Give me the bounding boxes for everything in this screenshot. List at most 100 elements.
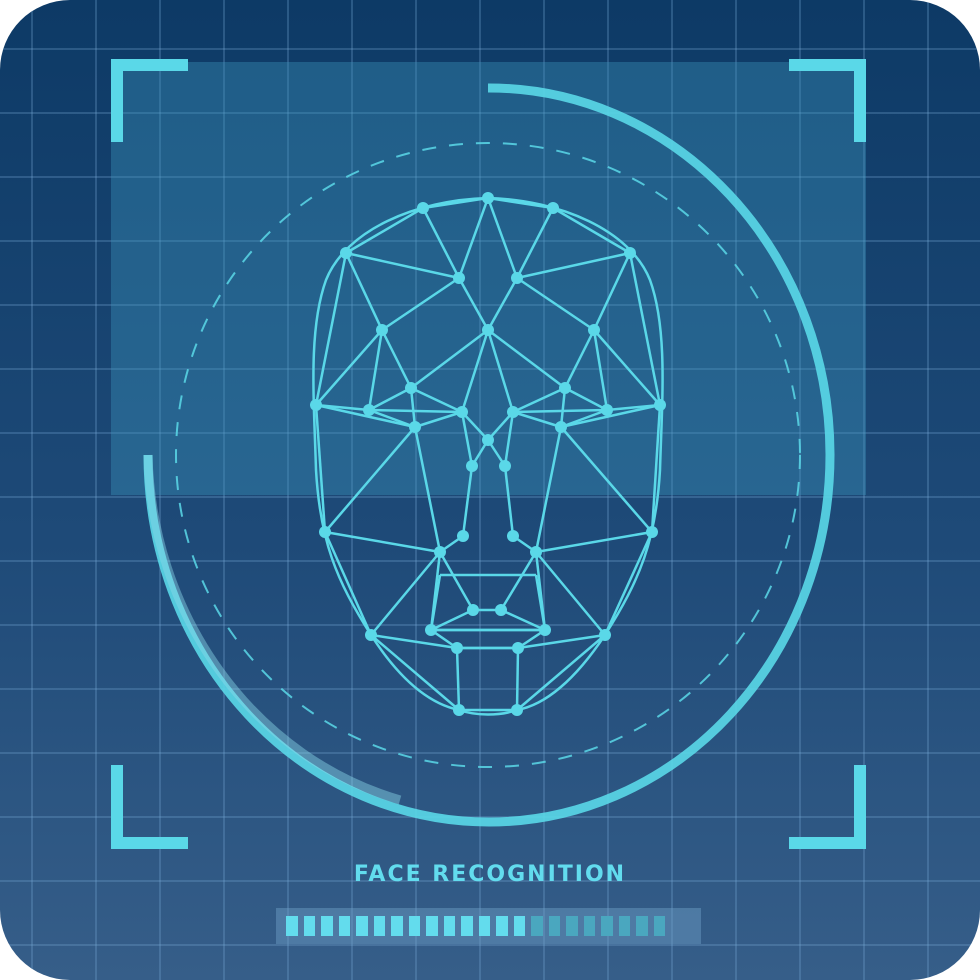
- face-mesh-edge: [516, 276, 595, 332]
- face-mesh-icon: [310, 192, 666, 716]
- face-mesh-node: [511, 704, 523, 716]
- face-mesh-edge: [324, 530, 441, 554]
- progress-segment: [321, 916, 333, 936]
- progress-segment: [373, 916, 385, 936]
- face-mesh-edge: [486, 277, 519, 331]
- progress-segment: [426, 916, 438, 936]
- face-mesh-edge: [314, 252, 348, 406]
- face-mesh-edge: [413, 426, 442, 553]
- face-mesh-edge: [430, 608, 474, 632]
- face-mesh-edge: [457, 197, 490, 279]
- face-mesh-node: [451, 642, 463, 654]
- face-mesh-edge: [515, 207, 555, 279]
- progress-segment: [443, 916, 455, 936]
- face-mesh-node: [319, 526, 331, 538]
- face-recognition-card: FACE RECOGNITION: [0, 0, 980, 980]
- progress-segment: [496, 916, 508, 936]
- face-mesh-node: [507, 530, 519, 542]
- progress-segment: [513, 916, 525, 936]
- face-mesh-node: [457, 530, 469, 542]
- face-mesh-edge: [323, 531, 373, 636]
- face-mesh-edge: [460, 329, 490, 413]
- face-mesh-edge: [500, 608, 546, 632]
- progress-segment: [391, 916, 403, 936]
- face-mesh-node: [466, 460, 478, 472]
- face-mesh-node: [425, 624, 437, 636]
- progress-segment: [583, 916, 595, 936]
- face-mesh-node: [555, 421, 567, 433]
- face-mesh-node: [512, 642, 524, 654]
- progress-segment: [461, 916, 473, 936]
- face-mesh-edge: [370, 551, 441, 636]
- face-mesh-edge: [534, 426, 563, 553]
- face-mesh-edge: [486, 329, 515, 413]
- face-mesh-edge: [535, 551, 606, 636]
- face-mesh-node: [453, 704, 465, 716]
- face-mesh-node: [456, 406, 468, 418]
- face-mesh-edge: [410, 329, 489, 389]
- face-mesh-edge: [503, 465, 515, 537]
- face-mesh-node: [539, 624, 551, 636]
- face-mesh-node: [453, 272, 465, 284]
- face-mesh-node: [599, 629, 611, 641]
- progress-segment: [531, 916, 543, 936]
- face-mesh-edge: [535, 530, 653, 554]
- progress-segment: [356, 916, 368, 936]
- face-mesh-node: [434, 546, 446, 558]
- face-mesh-node: [340, 247, 352, 259]
- face-mesh-edge: [455, 647, 461, 711]
- face-mesh-edge: [421, 207, 461, 279]
- face-mesh-edge: [457, 277, 490, 331]
- face-mesh-edge: [410, 386, 463, 414]
- face-mesh-node: [310, 399, 322, 411]
- face-mesh-node: [495, 604, 507, 616]
- scan-progress-bar: [276, 908, 701, 944]
- face-mesh-node: [547, 202, 559, 214]
- face-mesh-edge: [461, 465, 474, 537]
- face-mesh-edge: [628, 252, 662, 406]
- face-mesh-node: [646, 526, 658, 538]
- face-mesh-edge: [499, 551, 538, 611]
- face-mesh-node: [417, 202, 429, 214]
- face-mesh-edge: [512, 410, 562, 429]
- face-mesh-node: [409, 421, 421, 433]
- corner-bracket-icon: [111, 59, 866, 849]
- face-mesh-node: [530, 546, 542, 558]
- face-mesh-edge: [512, 386, 566, 414]
- face-mesh-node: [482, 434, 494, 446]
- face-mesh-node: [499, 460, 511, 472]
- face-mesh-node: [654, 399, 666, 411]
- progress-segment: [566, 916, 578, 936]
- face-mesh-edge: [438, 551, 475, 611]
- face-mesh-node: [363, 404, 375, 416]
- face-mesh-edge: [563, 329, 596, 389]
- face-mesh-edge: [560, 426, 653, 533]
- progress-segment: [653, 916, 665, 936]
- progress-segment: [338, 916, 350, 936]
- face-mesh-edge: [345, 206, 424, 255]
- face-mesh-edge: [414, 410, 463, 429]
- face-mesh-node: [365, 629, 377, 641]
- face-mesh-edge: [324, 426, 416, 533]
- face-mesh-node: [601, 404, 613, 416]
- scan-graphic: [111, 59, 866, 849]
- face-mesh-node: [482, 324, 494, 336]
- face-mesh-edge: [512, 408, 608, 414]
- face-mesh-edge: [381, 276, 460, 332]
- face-recognition-label: FACE RECOGNITION: [353, 862, 627, 887]
- face-mesh-edge: [344, 252, 384, 331]
- face-mesh-edge: [486, 197, 519, 279]
- face-mesh-node: [624, 247, 636, 259]
- face-mesh-node: [559, 382, 571, 394]
- progress-segment: [548, 916, 560, 936]
- face-mesh-node: [588, 324, 600, 336]
- face-mesh-node: [507, 406, 519, 418]
- face-mesh-edge: [380, 329, 413, 389]
- face-mesh-edge: [603, 531, 654, 636]
- face-mesh-node: [405, 382, 417, 394]
- face-mesh-edge: [516, 251, 631, 280]
- progress-segment: [636, 916, 648, 936]
- face-mesh-edge: [552, 206, 631, 255]
- scan-ring-dashed: [175, 142, 801, 768]
- progress-segment: [478, 916, 490, 936]
